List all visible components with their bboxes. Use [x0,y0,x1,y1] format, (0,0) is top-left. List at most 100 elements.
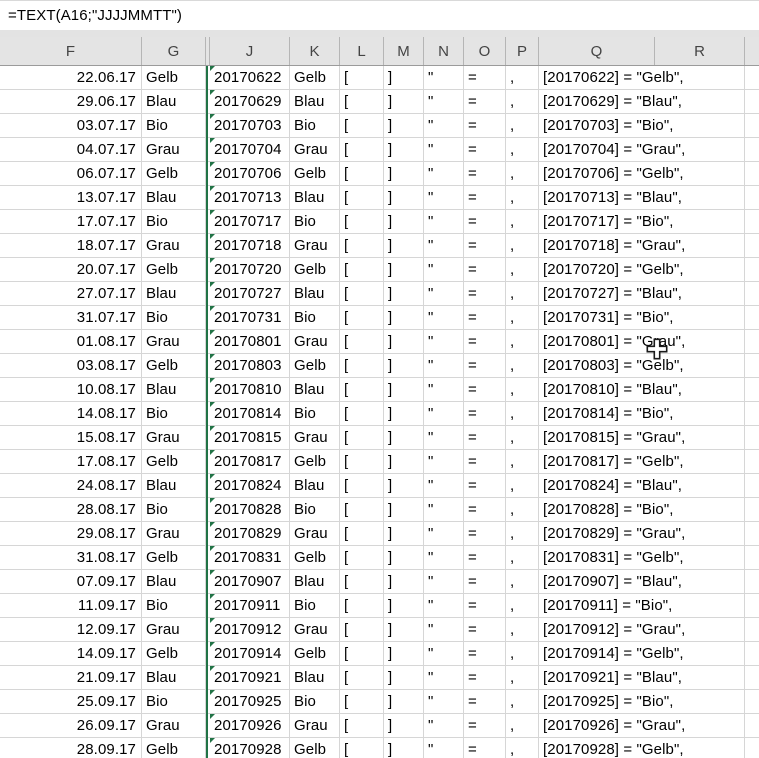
cell-date[interactable]: 06.07.17 [0,162,142,186]
cell-date[interactable]: 11.09.17 [0,594,142,618]
cell-color-copy[interactable]: Bio [290,210,340,234]
cell-empty-s[interactable] [745,330,759,354]
cell-date[interactable]: 18.07.17 [0,234,142,258]
cell-color[interactable]: Grau [142,426,206,450]
cell-equals[interactable]: = [464,498,506,522]
cell-color[interactable]: Gelb [142,738,206,758]
cell-composed-string[interactable]: [20170720] = "Gelb", [539,258,655,282]
cell-composed-string[interactable]: [20170718] = "Grau", [539,234,655,258]
cell-color-copy[interactable]: Blau [290,90,340,114]
cell-quote[interactable]: " [424,402,464,426]
cell-bracket-open[interactable]: [ [340,642,384,666]
cell-color-copy[interactable]: Bio [290,114,340,138]
cell-quote[interactable]: " [424,138,464,162]
cell-bracket-open[interactable]: [ [340,114,384,138]
cell-empty-s[interactable] [745,210,759,234]
cell-datecode[interactable]: 20170713 [210,186,290,210]
cell-color-copy[interactable]: Grau [290,138,340,162]
cell-color-copy[interactable]: Blau [290,474,340,498]
cell-color-copy[interactable]: Gelb [290,546,340,570]
cell-date[interactable]: 22.06.17 [0,66,142,90]
cell-comma[interactable]: , [506,186,539,210]
cell-bracket-close[interactable]: ] [384,570,424,594]
cell-composed-string[interactable]: [20170914] = "Gelb", [539,642,655,666]
cell-equals[interactable]: = [464,450,506,474]
cell-empty-s[interactable] [745,402,759,426]
cell-bracket-open[interactable]: [ [340,90,384,114]
cell-bracket-close[interactable]: ] [384,474,424,498]
cell-empty-s[interactable] [745,666,759,690]
cell-color[interactable]: Bio [142,498,206,522]
cell-bracket-close[interactable]: ] [384,66,424,90]
cell-quote[interactable]: " [424,642,464,666]
cell-color[interactable]: Blau [142,90,206,114]
cell-comma[interactable]: , [506,90,539,114]
cell-comma[interactable]: , [506,162,539,186]
cell-bracket-close[interactable]: ] [384,162,424,186]
cell-bracket-close[interactable]: ] [384,402,424,426]
cell-empty-s[interactable] [745,522,759,546]
cell-date[interactable]: 31.07.17 [0,306,142,330]
cell-quote[interactable]: " [424,666,464,690]
cell-bracket-close[interactable]: ] [384,450,424,474]
column-header-p[interactable]: P [506,37,539,65]
cell-color-copy[interactable]: Bio [290,690,340,714]
cell-quote[interactable]: " [424,474,464,498]
cell-color[interactable]: Gelb [142,258,206,282]
cell-color-copy[interactable]: Blau [290,666,340,690]
cell-color-copy[interactable]: Grau [290,522,340,546]
cell-composed-string[interactable]: [20170706] = "Gelb", [539,162,655,186]
cell-bracket-open[interactable]: [ [340,66,384,90]
cell-quote[interactable]: " [424,282,464,306]
cell-equals[interactable]: = [464,522,506,546]
cell-comma[interactable]: , [506,282,539,306]
cell-composed-string[interactable]: [20170907] = "Blau", [539,570,655,594]
cell-equals[interactable]: = [464,162,506,186]
cell-comma[interactable]: , [506,498,539,522]
cell-empty-s[interactable] [745,474,759,498]
cell-bracket-close[interactable]: ] [384,210,424,234]
cell-bracket-open[interactable]: [ [340,378,384,402]
cell-bracket-open[interactable]: [ [340,306,384,330]
cell-color-copy[interactable]: Gelb [290,66,340,90]
cell-datecode[interactable]: 20170911 [210,594,290,618]
cell-equals[interactable]: = [464,186,506,210]
cell-quote[interactable]: " [424,114,464,138]
cell-color-copy[interactable]: Grau [290,234,340,258]
cell-bracket-close[interactable]: ] [384,642,424,666]
cell-equals[interactable]: = [464,570,506,594]
cell-color[interactable]: Bio [142,210,206,234]
cell-comma[interactable]: , [506,642,539,666]
cell-comma[interactable]: , [506,474,539,498]
cell-bracket-open[interactable]: [ [340,474,384,498]
cell-bracket-close[interactable]: ] [384,666,424,690]
cell-date[interactable]: 10.08.17 [0,378,142,402]
cell-datecode[interactable]: 20170928 [210,738,290,758]
cell-composed-string[interactable]: [20170829] = "Grau", [539,522,655,546]
cell-comma[interactable]: , [506,546,539,570]
cell-quote[interactable]: " [424,378,464,402]
cell-empty-s[interactable] [745,90,759,114]
cell-comma[interactable]: , [506,258,539,282]
column-header-q[interactable]: Q [539,37,655,65]
cell-empty-s[interactable] [745,162,759,186]
cell-composed-string[interactable]: [20170731] = "Bio", [539,306,655,330]
cell-quote[interactable]: " [424,258,464,282]
cell-bracket-open[interactable]: [ [340,666,384,690]
cell-datecode[interactable]: 20170801 [210,330,290,354]
cell-color[interactable]: Grau [142,234,206,258]
cell-datecode[interactable]: 20170622 [210,66,290,90]
cell-empty-s[interactable] [745,450,759,474]
cell-bracket-close[interactable]: ] [384,546,424,570]
cell-comma[interactable]: , [506,114,539,138]
cell-color[interactable]: Grau [142,330,206,354]
cell-comma[interactable]: , [506,738,539,758]
cell-bracket-close[interactable]: ] [384,498,424,522]
cell-quote[interactable]: " [424,186,464,210]
cell-color-copy[interactable]: Gelb [290,162,340,186]
cell-bracket-open[interactable]: [ [340,282,384,306]
cell-composed-string[interactable]: [20170925] = "Bio", [539,690,655,714]
cell-composed-string[interactable]: [20170727] = "Blau", [539,282,655,306]
cell-color[interactable]: Grau [142,618,206,642]
cell-bracket-open[interactable]: [ [340,546,384,570]
